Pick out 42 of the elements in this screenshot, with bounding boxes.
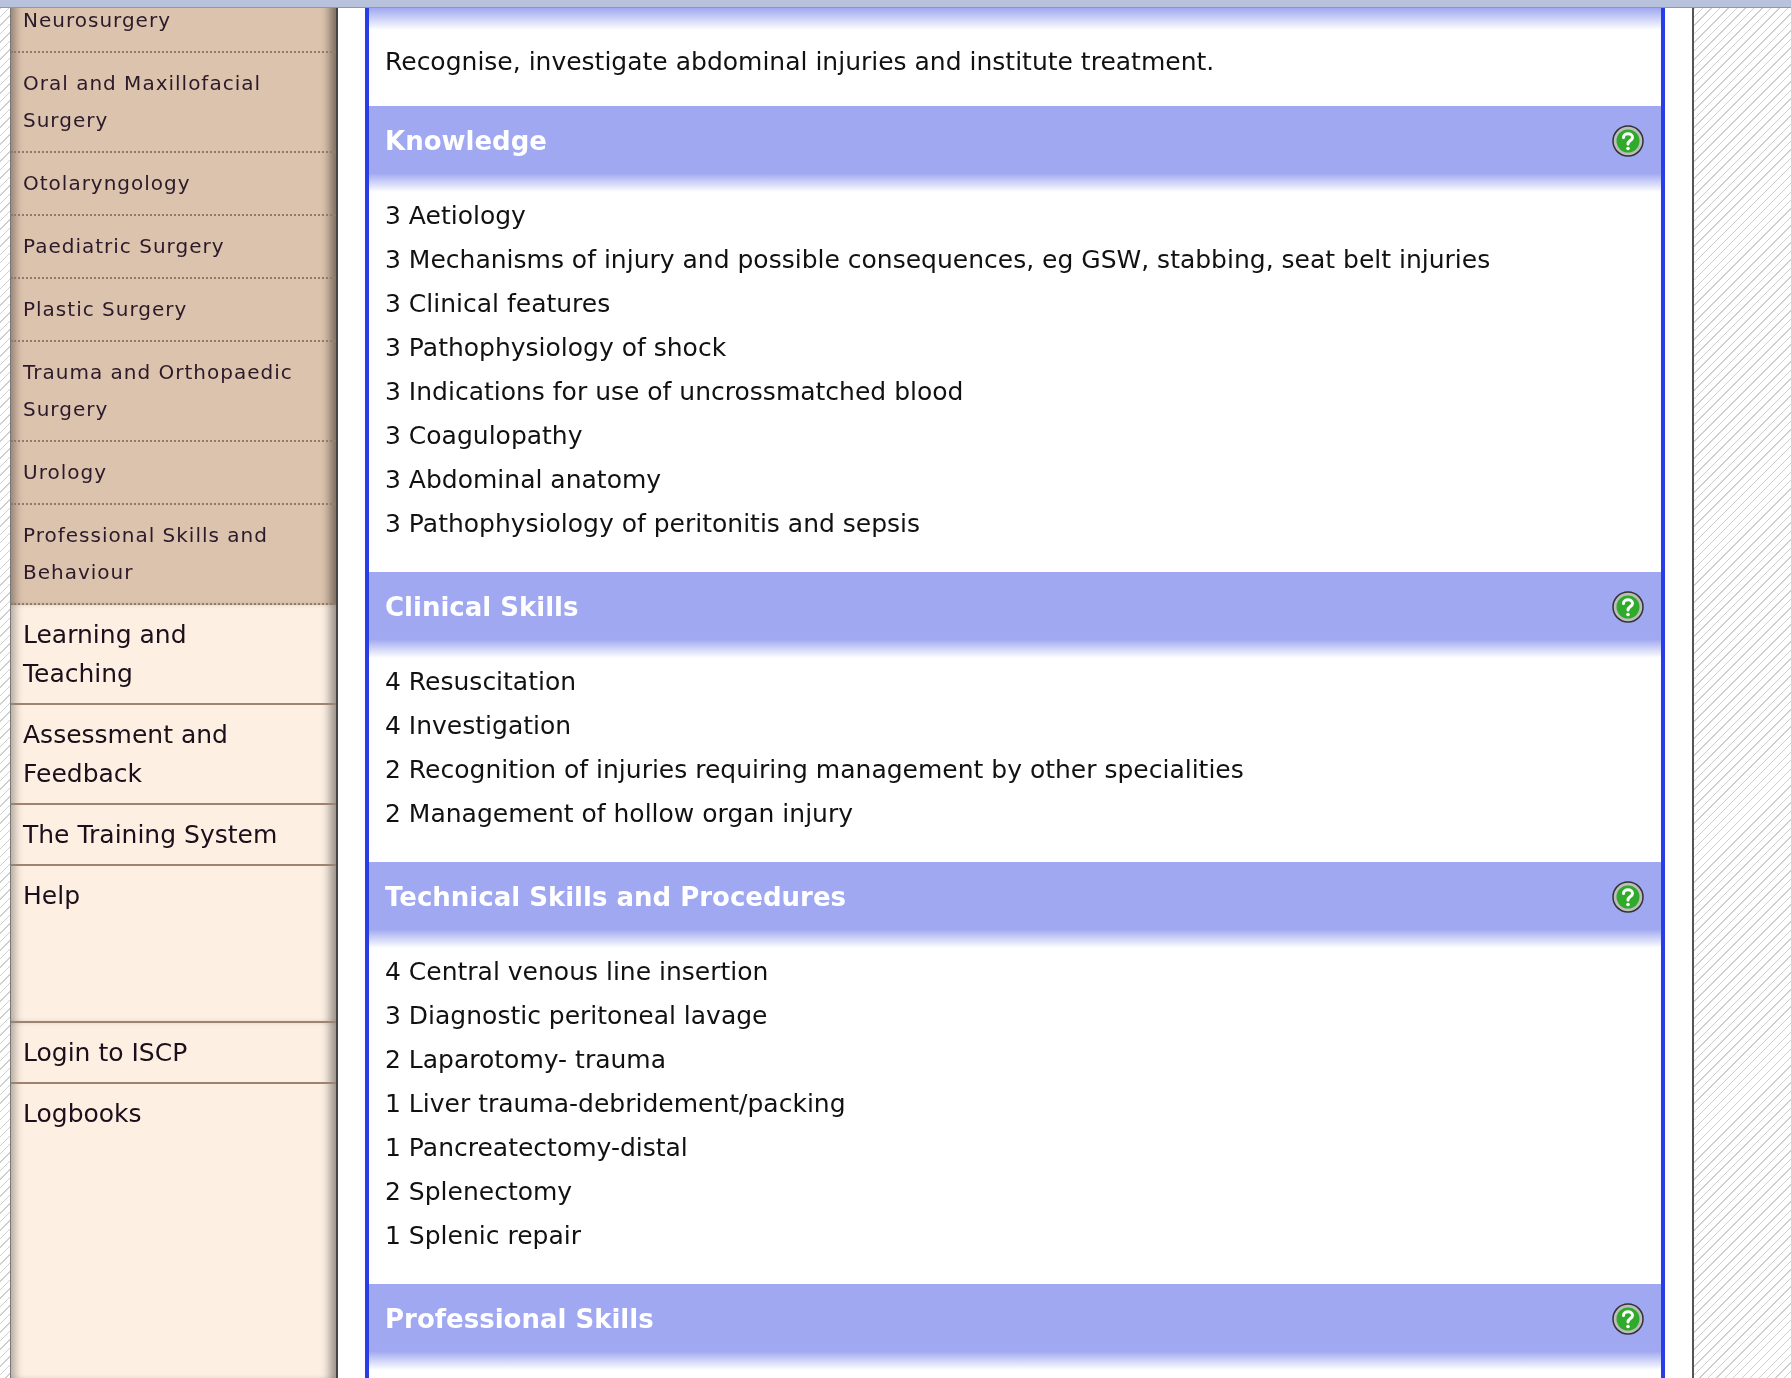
sidebar-link[interactable]: Paediatric Surgery [23,228,324,265]
list-item: 3 Aetiology [385,200,527,232]
sidebar-link[interactable]: Help [23,876,283,915]
list-item: 2 Management of hollow organ injury [385,798,855,830]
list-item: 4 Central venous line insertion [385,956,770,988]
list-item: 3 Abdominal anatomy [385,464,663,496]
list-item: 3 Mechanisms of injury and possible consequences, eg GSW, stabbing, seat belt injuries [385,244,1492,276]
list-item: 2 Laparotomy- trauma [385,1044,667,1076]
list-item: 3 Indications for use of uncrossmatched blood [385,376,965,408]
help-icon[interactable] [1611,1302,1645,1336]
list-item: 1 Liver trauma-debridement/packing [385,1088,847,1120]
description-text: Recognise, investigate abdominal injuries and institute treatment. [384,46,1216,78]
section-title: Professional Skills [385,1302,654,1336]
sidebar-link[interactable]: Plastic Surgery [23,291,324,328]
list-item: 2 Recognition of injuries requiring management by other specialities [385,754,1245,786]
list-item: 2 Splenectomy [385,1176,574,1208]
help-icon[interactable] [1611,124,1645,158]
list-item: 3 Pathophysiology of peritonitis and sepsis [385,508,922,540]
list-item: 3 Clinical features [385,288,612,320]
sidebar-link[interactable]: Logbooks [23,1094,283,1133]
list-item: 1 Splenic repair [385,1220,582,1252]
sidebar-link[interactable]: Oral and Maxillofacial Surgery [23,65,324,139]
section-title: Knowledge [385,124,547,158]
list-item: 3 Coagulopathy [385,420,584,452]
sidebar-link[interactable]: Login to ISCP [23,1033,283,1072]
help-icon[interactable] [1611,880,1645,914]
sidebar-link[interactable]: Learning and Teaching [23,615,283,693]
list-item: 4 Investigation [385,710,573,742]
sidebar-link[interactable]: Neurosurgery [23,8,324,39]
list-item: 4 Resuscitation [385,666,578,698]
sidebar-link[interactable]: Urology [23,454,324,491]
help-icon[interactable] [1611,590,1645,624]
sidebar-link[interactable]: The Training System [23,815,283,854]
sidebar-link[interactable]: Assessment and Feedback [23,715,283,793]
sidebar-link[interactable]: Professional Skills and Behaviour [23,517,324,591]
sidebar-link[interactable]: Otolaryngology [23,165,324,202]
list-item: 3 Pathophysiology of shock [385,332,728,364]
section-title: Clinical Skills [385,590,579,624]
sidebar-link[interactable]: Trauma and Orthopaedic Surgery [23,354,324,428]
section-title: Technical Skills and Procedures [385,880,847,914]
list-item: 3 Diagnostic peritoneal lavage [385,1000,769,1032]
list-item: 1 Pancreatectomy-distal [385,1132,689,1164]
